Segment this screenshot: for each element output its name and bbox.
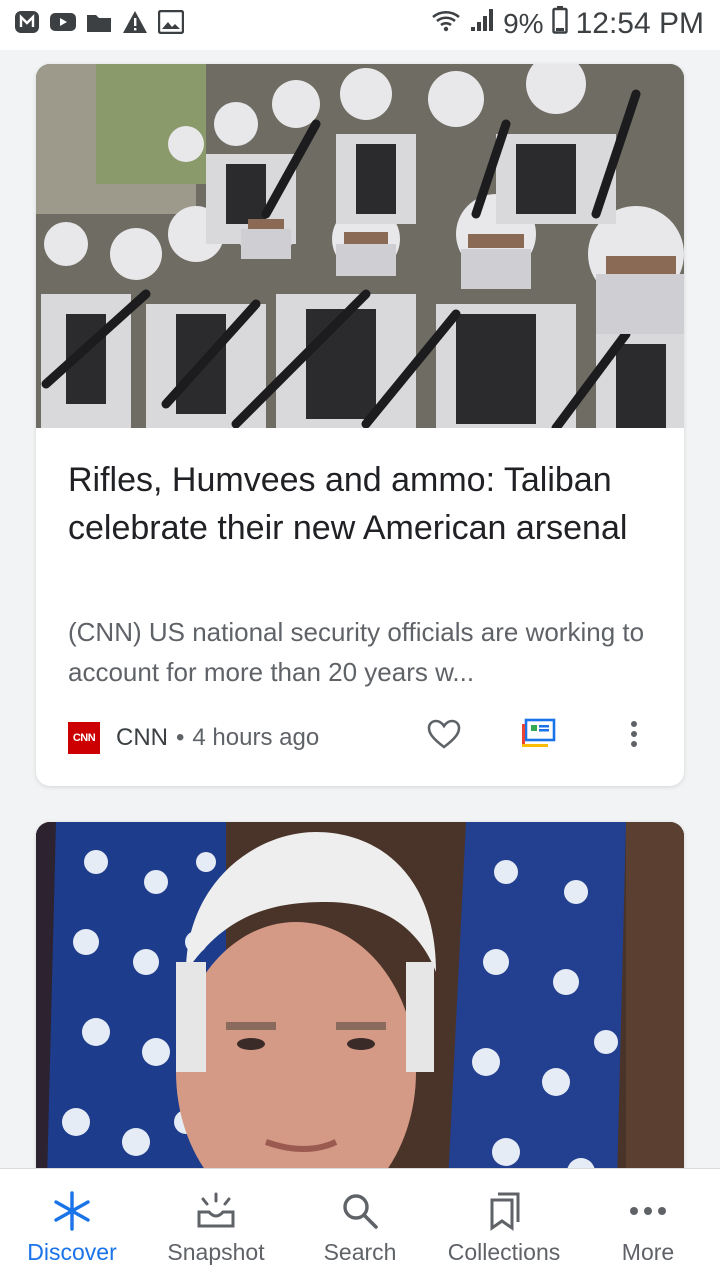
full-coverage-button[interactable]: [518, 716, 558, 756]
m-badge-icon: [14, 10, 40, 34]
clock: 12:54 PM: [575, 7, 704, 40]
signal-icon: [469, 7, 495, 41]
article-headline[interactable]: Rifles, Humvees and ammo: Taliban celebr…: [68, 456, 658, 552]
image-icon: [158, 10, 184, 34]
card-menu-button[interactable]: [614, 716, 654, 756]
nav-collections[interactable]: Collections: [432, 1169, 576, 1281]
status-bar: 9% 12:54 PM: [0, 0, 720, 50]
article-age: 4 hours ago: [192, 724, 320, 751]
article-image[interactable]: [36, 64, 684, 428]
article-image[interactable]: [36, 822, 684, 1168]
battery-icon: [551, 6, 568, 42]
battery-percent: 9%: [503, 8, 544, 39]
notification-icons: [14, 10, 184, 34]
folder-icon: [86, 10, 112, 34]
meta-separator: •: [176, 724, 185, 751]
nav-more[interactable]: More: [576, 1169, 720, 1281]
article-meta: CNN CNN • 4 hours ago: [68, 720, 319, 756]
nav-label: More: [621, 1239, 675, 1265]
wifi-icon: [431, 7, 461, 41]
discover-feed[interactable]: Rifles, Humvees and ammo: Taliban celebr…: [0, 50, 720, 1168]
full-coverage-icon: [520, 718, 556, 755]
more-vert-icon: [630, 720, 638, 753]
nav-snapshot[interactable]: Snapshot: [144, 1169, 288, 1281]
nav-label: Discover: [27, 1239, 117, 1265]
source-logo: CNN: [68, 722, 100, 754]
asterisk-icon: [50, 1189, 94, 1233]
nav-label: Search: [323, 1239, 397, 1265]
nav-label: Collections: [447, 1239, 561, 1265]
nav-search[interactable]: Search: [288, 1169, 432, 1281]
nav-label: Snapshot: [167, 1239, 265, 1265]
source-name: CNN: [116, 724, 168, 751]
nav-discover[interactable]: Discover: [0, 1169, 144, 1281]
system-status: 9% 12:54 PM: [431, 6, 704, 42]
bookmarks-icon: [482, 1189, 526, 1233]
youtube-icon: [50, 10, 76, 34]
heart-icon: [427, 719, 461, 754]
bottom-navigation: Discover Snapshot Search Collections Mor…: [0, 1168, 720, 1281]
snapshot-icon: [194, 1189, 238, 1233]
news-card[interactable]: [36, 822, 684, 1168]
search-icon: [338, 1189, 382, 1233]
more-horiz-icon: [626, 1189, 670, 1233]
warning-icon: [122, 10, 148, 34]
news-card[interactable]: Rifles, Humvees and ammo: Taliban celebr…: [36, 64, 684, 786]
article-snippet[interactable]: (CNN) US national security officials are…: [68, 612, 658, 692]
like-button[interactable]: [424, 716, 464, 756]
